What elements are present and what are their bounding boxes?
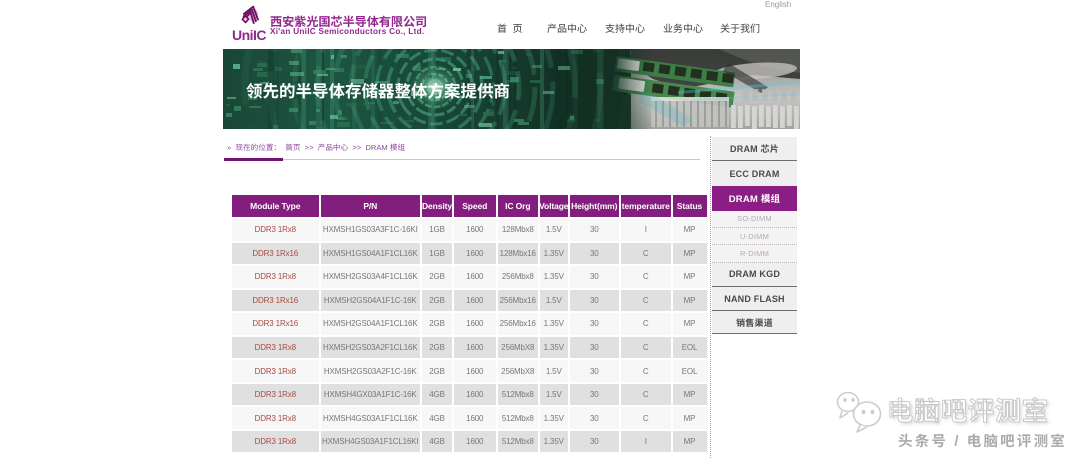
svg-text:领先的半导体存储器整体方案提供商: 领先的半导体存储器整体方案提供商 [246, 82, 510, 101]
